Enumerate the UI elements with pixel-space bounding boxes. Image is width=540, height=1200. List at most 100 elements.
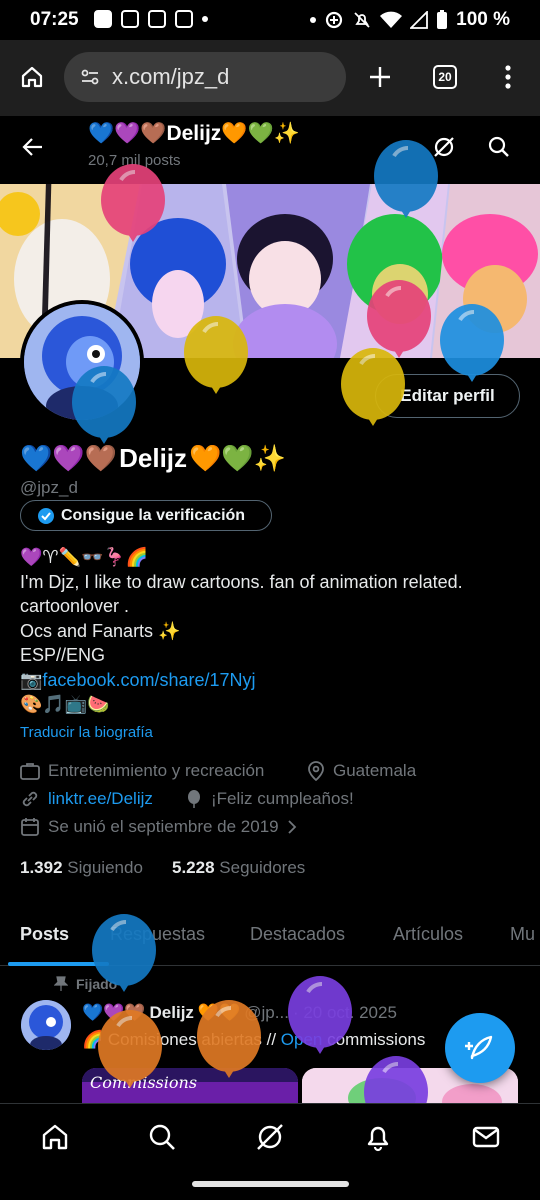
post-text-prefix: 🌈 Comisiones abiertas // bbox=[82, 1030, 281, 1049]
url-text[interactable]: x.com/jpz_d bbox=[112, 64, 229, 90]
tab-posts[interactable]: Posts bbox=[20, 924, 69, 945]
category-text: Entretenimiento y recreación bbox=[48, 761, 265, 780]
camera-emoji: 📷 bbox=[20, 669, 43, 690]
location-pin-icon bbox=[308, 761, 324, 781]
profile-bio: 💜♈✏️👓🦩🌈 I'm Djz, I like to draw cartoons… bbox=[20, 545, 520, 717]
tab-highlights[interactable]: Destacados bbox=[250, 924, 345, 945]
display-name-emojis-left: 💙💜🤎 bbox=[20, 443, 118, 473]
home-indicator[interactable] bbox=[192, 1181, 349, 1187]
website-link[interactable]: linktr.ee/Delijz bbox=[48, 789, 153, 809]
header-post-count: 20,7 mil posts bbox=[88, 152, 181, 169]
gesture-bar bbox=[0, 1169, 540, 1200]
translate-bio-link[interactable]: Traducir la biografía bbox=[20, 724, 153, 741]
bio-line: 💜♈✏️👓🦩🌈 bbox=[20, 547, 149, 567]
display-name-text: Delijz bbox=[119, 443, 188, 473]
browser-toolbar: x.com/jpz_d 20 bbox=[0, 40, 540, 116]
post-author-avatar[interactable] bbox=[21, 1000, 71, 1050]
post-date: · 20 oct. 2025 bbox=[292, 1003, 397, 1022]
address-bar[interactable]: x.com/jpz_d bbox=[64, 52, 346, 102]
edit-profile-button[interactable]: Editar perfil bbox=[375, 374, 520, 418]
post-author-handle: @jp... bbox=[244, 1003, 289, 1022]
post-author-emojis-right: 🧡💛 bbox=[197, 1003, 241, 1022]
search-icon[interactable] bbox=[487, 135, 511, 159]
grok-icon[interactable] bbox=[432, 135, 456, 159]
link-icon bbox=[22, 791, 38, 807]
system-icons: 100 % bbox=[310, 9, 510, 31]
notifications-icon[interactable] bbox=[363, 1122, 393, 1152]
bio-line: I'm Djz, I like to draw cartoons. fan of… bbox=[20, 571, 463, 592]
facebook-icon bbox=[94, 10, 112, 28]
more-menu-icon[interactable] bbox=[500, 64, 516, 90]
pinned-label: Fijado bbox=[54, 976, 117, 992]
following-link[interactable]: 1.392 Siguiendo bbox=[20, 858, 143, 878]
profile-birthday: ¡Feliz cumpleaños! bbox=[185, 789, 354, 809]
pinned-text: Fijado bbox=[76, 976, 118, 992]
followers-count: 5.228 bbox=[172, 858, 215, 877]
tab-replies[interactable]: Respuestas bbox=[110, 924, 205, 945]
instagram-icon bbox=[175, 10, 193, 28]
messages-icon[interactable] bbox=[471, 1122, 501, 1152]
battery-level: 100 % bbox=[456, 9, 510, 30]
status-bar: 07:25 100 % bbox=[0, 0, 540, 40]
status-time: 07:25 bbox=[30, 9, 79, 30]
instagram-icon bbox=[148, 10, 166, 28]
bio-line: ESP//ENG bbox=[20, 645, 106, 665]
joined-text: Se unió el septiembre de 2019 bbox=[48, 817, 279, 836]
bottom-navigation bbox=[0, 1103, 540, 1169]
profile-website: linktr.ee/Delijz bbox=[20, 789, 153, 809]
post-author-name[interactable]: Delijz bbox=[150, 1003, 194, 1023]
briefcase-icon bbox=[20, 763, 40, 780]
wifi-icon bbox=[380, 11, 403, 28]
post-header: 💙💜🤎 Delijz 🧡💛 @jp... · 20 oct. 2025 bbox=[82, 1003, 397, 1023]
compose-post-button[interactable] bbox=[445, 1013, 515, 1083]
profile-location: Guatemala bbox=[307, 761, 416, 781]
compose-feather-icon bbox=[465, 1035, 493, 1060]
profile-joined[interactable]: Se unió el septiembre de 2019 bbox=[20, 817, 297, 837]
post-image-caption: Commissions bbox=[90, 1073, 197, 1092]
post-text: 🌈 Comisiones abiertas // Open commission… bbox=[82, 1030, 425, 1050]
post-avatar-artwork bbox=[21, 1000, 71, 1050]
display-name-emojis-right: 🧡💚✨ bbox=[189, 443, 287, 473]
followers-link[interactable]: 5.228 Seguidores bbox=[172, 858, 305, 878]
back-arrow-icon[interactable] bbox=[22, 136, 44, 158]
tab-media[interactable]: Mu bbox=[510, 924, 535, 945]
balloon-icon bbox=[188, 790, 200, 808]
data-saver-icon bbox=[326, 11, 343, 29]
tab-switcher-button[interactable]: 20 bbox=[433, 65, 457, 89]
get-verified-button[interactable]: Consigue la verificación bbox=[20, 500, 272, 531]
grok-icon[interactable] bbox=[255, 1122, 285, 1152]
header-display-name: 💙💜🤎Delijz🧡💚✨ bbox=[88, 122, 300, 146]
verified-badge-icon bbox=[38, 507, 54, 524]
notification-icons bbox=[94, 10, 208, 28]
post-text-link[interactable]: Open bbox=[281, 1030, 323, 1049]
bio-line: 🎨🎵📺🍉 bbox=[20, 694, 110, 714]
home-icon[interactable] bbox=[40, 1122, 70, 1152]
battery-icon bbox=[437, 10, 448, 29]
site-settings-icon[interactable] bbox=[80, 67, 100, 87]
new-tab-icon[interactable] bbox=[368, 65, 392, 89]
post-image-1[interactable]: Commissions bbox=[82, 1068, 298, 1108]
profile-tabs: Posts Respuestas Destacados Artículos Mu bbox=[0, 910, 540, 966]
post-author-emojis-left: 💙💜🤎 bbox=[82, 1003, 146, 1022]
location-text: Guatemala bbox=[333, 761, 417, 780]
profile-top-bar: 💙💜🤎Delijz🧡💚✨ 20,7 mil posts bbox=[0, 116, 540, 184]
profile-display-name: 💙💜🤎 Delijz 🧡💚✨ bbox=[20, 443, 286, 474]
profile-avatar[interactable] bbox=[20, 300, 144, 424]
pin-icon bbox=[54, 976, 68, 991]
bio-line: cartoonlover . bbox=[20, 596, 130, 616]
search-icon[interactable] bbox=[147, 1122, 177, 1152]
name-emojis-left: 💙💜🤎 bbox=[88, 122, 167, 145]
post-image-artwork: Commissions bbox=[82, 1068, 298, 1108]
instagram-icon bbox=[121, 10, 139, 28]
birthday-text: ¡Feliz cumpleaños! bbox=[211, 789, 354, 808]
post-text-suffix: commissions bbox=[322, 1030, 426, 1049]
tab-articles[interactable]: Artículos bbox=[393, 924, 463, 945]
bio-link-line: 📷facebook.com/share/17Nyj bbox=[20, 668, 520, 693]
home-icon[interactable] bbox=[20, 65, 44, 89]
profile-handle: @jpz_d bbox=[20, 478, 78, 497]
bio-line: Ocs and Fanarts ✨ bbox=[20, 620, 181, 641]
header-name-text: Delijz bbox=[166, 122, 222, 145]
following-label: Siguiendo bbox=[67, 858, 143, 877]
bio-link[interactable]: facebook.com/share/17Nyj bbox=[42, 670, 255, 690]
avatar-artwork bbox=[24, 304, 140, 420]
